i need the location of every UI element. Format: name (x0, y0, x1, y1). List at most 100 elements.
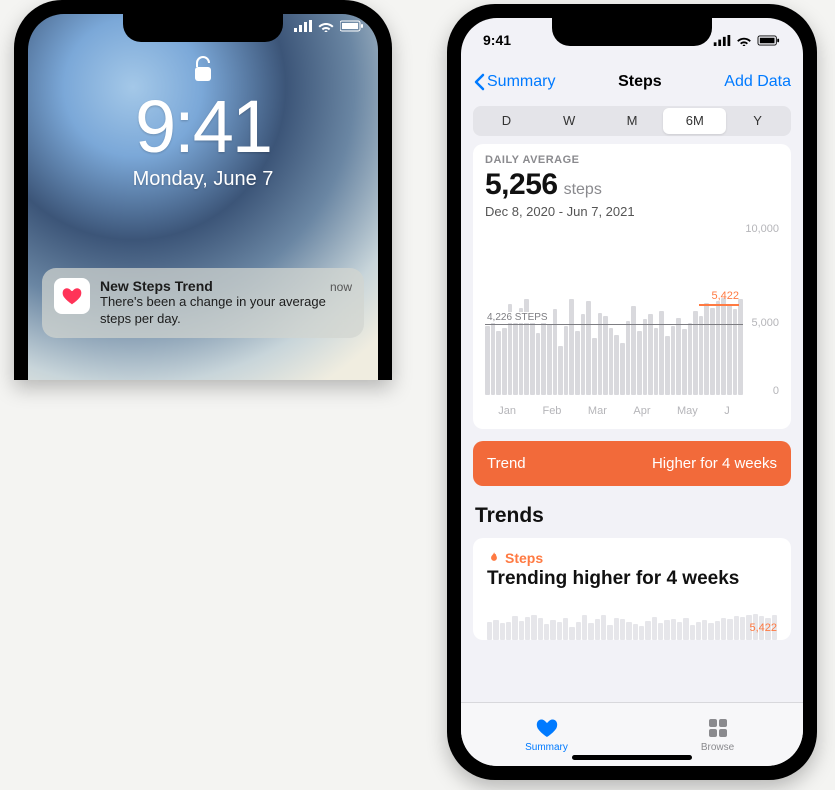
month-label: J (724, 405, 730, 417)
metric-value: 5,256 (485, 168, 558, 202)
bar (631, 306, 636, 395)
bar (637, 331, 642, 395)
month-axis: Jan Feb Mar Apr May J (485, 405, 743, 417)
bar (586, 301, 591, 395)
notification-time: now (330, 280, 352, 294)
trends-section-title: Trends (475, 504, 789, 528)
period-average-line (485, 324, 743, 325)
bar (502, 328, 507, 395)
bar (682, 329, 687, 395)
trend-label: Trend (487, 455, 526, 472)
bar (609, 328, 614, 395)
bar (648, 314, 653, 395)
tab-summary-label: Summary (525, 742, 568, 753)
lock-time: 9:41 (135, 90, 271, 164)
bar (671, 326, 676, 395)
recent-average-line (699, 304, 739, 306)
month-label: Apr (633, 405, 650, 417)
bar (603, 316, 608, 395)
bar (699, 316, 704, 395)
back-label: Summary (487, 73, 555, 91)
ytick-0: 0 (773, 385, 779, 397)
month-label: May (677, 405, 698, 417)
bar (547, 324, 552, 395)
bar (536, 333, 541, 395)
signal-icon (713, 35, 731, 46)
bar (665, 336, 670, 395)
trend-banner[interactable]: Trend Higher for 4 weeks (473, 441, 791, 486)
month-label: Jan (498, 405, 516, 417)
bar (733, 309, 738, 395)
tab-browse-label: Browse (701, 742, 734, 753)
lockscreen-screen: 9:41 Monday, June 7 New Steps Trend now … (28, 14, 378, 380)
bar (626, 321, 631, 395)
segment-W[interactable]: W (538, 108, 601, 134)
bar (710, 308, 715, 395)
grid-icon (706, 716, 730, 740)
bar (569, 299, 574, 395)
bar (704, 303, 709, 395)
time-range-segmented[interactable]: DWM6MY (473, 106, 791, 136)
steps-chart-card: DAILY AVERAGE 5,256 steps Dec 8, 2020 - … (473, 144, 791, 429)
bar (575, 331, 580, 395)
segment-D[interactable]: D (475, 108, 538, 134)
bar (491, 318, 496, 395)
bar (738, 299, 743, 395)
bar (614, 335, 619, 395)
segment-6M[interactable]: 6M (663, 108, 726, 134)
health-screen: 9:41 Summary Steps Add Data DWM6MY DAILY… (461, 18, 803, 766)
health-app-icon (54, 278, 90, 314)
bar (496, 331, 501, 395)
flame-icon (487, 551, 501, 565)
bar (688, 323, 693, 395)
trend-card-steps[interactable]: Steps Trending higher for 4 weeks 5,422 (473, 538, 791, 640)
bar (541, 319, 546, 395)
home-indicator[interactable] (572, 755, 692, 760)
battery-icon (340, 20, 364, 32)
segment-M[interactable]: M (601, 108, 664, 134)
metric-unit: steps (564, 181, 602, 199)
status-bar-right (294, 20, 364, 32)
nav-bar: Summary Steps Add Data (461, 62, 803, 102)
ytick-5000: 5,000 (751, 317, 779, 329)
date-range: Dec 8, 2020 - Jun 7, 2021 (485, 204, 779, 219)
notch (123, 14, 283, 42)
bar (654, 328, 659, 395)
bar (564, 326, 569, 395)
notification-title: New Steps Trend (100, 278, 213, 294)
bar (721, 298, 726, 395)
month-label: Mar (588, 405, 607, 417)
add-data-button[interactable]: Add Data (724, 73, 791, 91)
notch (552, 18, 712, 46)
chevron-left-icon (473, 73, 485, 91)
trend-card-headline: Trending higher for 4 weeks (487, 568, 777, 590)
bar (716, 301, 721, 395)
bar (553, 309, 558, 395)
segment-Y[interactable]: Y (726, 108, 789, 134)
battery-icon (757, 35, 781, 46)
mini-chart: 5,422 (487, 596, 777, 640)
heart-icon (534, 716, 560, 740)
bar (485, 326, 490, 395)
page-title: Steps (618, 73, 662, 91)
wifi-icon (318, 20, 334, 32)
month-label: Feb (542, 405, 561, 417)
lock-date: Monday, June 7 (133, 168, 274, 191)
bar-chart[interactable]: 10,000 5,000 0 4,226 STEPS 5,422 JanFebM… (485, 223, 779, 423)
phone-health: 9:41 Summary Steps Add Data DWM6MY DAILY… (447, 4, 817, 780)
signal-icon (294, 20, 312, 32)
bar (676, 318, 681, 395)
back-button[interactable]: Summary (473, 73, 555, 91)
bar (592, 338, 597, 395)
bar (581, 314, 586, 395)
wifi-icon (736, 35, 752, 46)
bar (727, 304, 732, 395)
bar (598, 313, 603, 395)
trend-card-label: Steps (505, 550, 543, 566)
notification[interactable]: New Steps Trend now There's been a chang… (42, 268, 364, 338)
phone-lockscreen: 9:41 Monday, June 7 New Steps Trend now … (14, 0, 392, 380)
bar (558, 346, 563, 395)
recent-average-label: 5,422 (711, 290, 739, 302)
notification-body: There's been a change in your average st… (100, 294, 352, 328)
bar (513, 323, 518, 395)
